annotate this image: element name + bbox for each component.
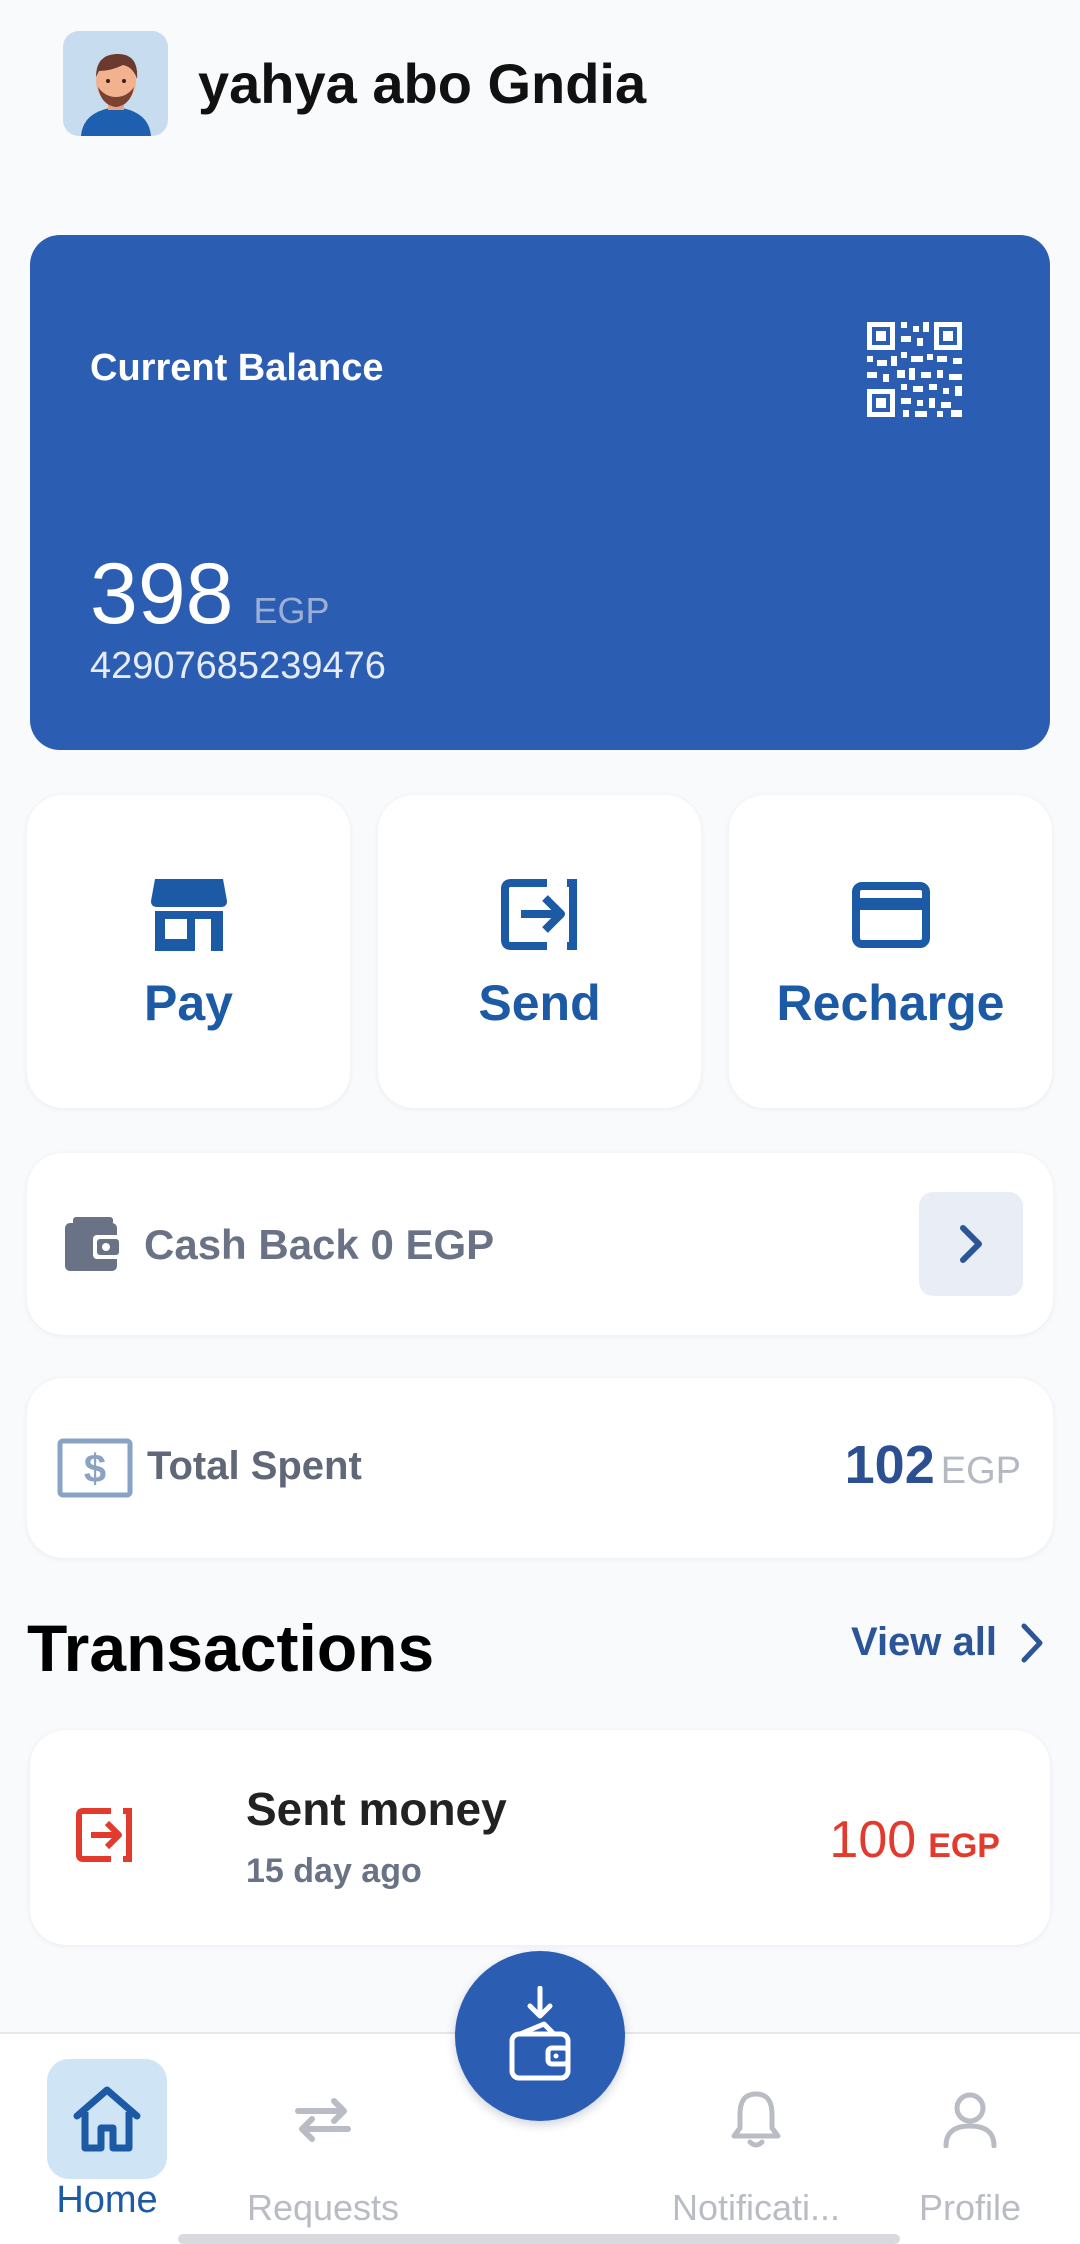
chevron-right-icon — [960, 1225, 982, 1263]
recharge-label: Recharge — [776, 975, 1005, 1031]
cashback-label: Cash Back 0 EGP — [144, 1221, 495, 1268]
chevron-right-icon — [1021, 1623, 1043, 1662]
nav-item-home[interactable]: Home — [17, 2059, 197, 2222]
transaction-currency: EGP — [928, 1827, 1000, 1865]
view-all-link[interactable]: View all — [851, 1620, 1045, 1665]
header: yahya abo Gndia — [63, 31, 646, 136]
nav-item-notifications[interactable]: Notificati... — [666, 2059, 846, 2229]
store-icon — [150, 877, 227, 952]
transaction-title: Sent money — [246, 1783, 507, 1835]
total-spent-card: $ Total Spent 102 EGP — [27, 1378, 1053, 1558]
send-arrow-icon — [500, 877, 579, 952]
balance-currency: EGP — [253, 590, 330, 631]
qr-code-icon[interactable] — [867, 322, 962, 422]
wallet-download-fab[interactable] — [455, 1951, 625, 2121]
swap-arrows-icon — [263, 2059, 383, 2179]
wallet-download-icon — [509, 1986, 571, 2081]
avatar[interactable] — [63, 31, 168, 136]
transaction-time: 15 day ago — [246, 1852, 422, 1890]
total-spent-value: 102 — [844, 1435, 935, 1495]
credit-card-icon — [851, 877, 930, 952]
nav-label-notifications: Notificati... — [671, 2187, 841, 2228]
user-avatar-illustration — [80, 53, 151, 136]
nav-item-profile[interactable]: Profile — [880, 2059, 1060, 2229]
send-arrow-icon — [75, 1807, 133, 1868]
total-spent-currency: EGP — [940, 1450, 1021, 1492]
bell-icon — [696, 2059, 816, 2179]
balance-amount: 398 — [90, 546, 234, 642]
send-label: Send — [478, 975, 601, 1031]
person-icon — [910, 2059, 1030, 2179]
transaction-amount-row: 100 EGP — [829, 1810, 1000, 1870]
wallet-icon — [65, 1217, 123, 1276]
nav-label-profile: Profile — [918, 2187, 1022, 2228]
send-button[interactable]: Send — [378, 795, 701, 1108]
transactions-title: Transactions — [27, 1611, 435, 1685]
dollar-icon: $ — [57, 1438, 133, 1503]
user-name: yahya abo Gndia — [198, 52, 647, 115]
nav-item-requests[interactable]: Requests — [233, 2059, 413, 2229]
total-spent-value-row: 102 EGP — [845, 1434, 1021, 1496]
pay-label: Pay — [144, 975, 233, 1031]
balance-row: 398 EGP — [90, 545, 330, 644]
cashback-arrow-button[interactable] — [919, 1192, 1023, 1296]
balance-card: Current Balance 398 EGP 42907685239476 — [30, 235, 1050, 750]
cashback-card[interactable]: Cash Back 0 EGP — [27, 1153, 1053, 1335]
view-all-label: View all — [850, 1620, 997, 1664]
svg-text:$: $ — [84, 1447, 106, 1491]
nav-label-home: Home — [56, 2179, 158, 2221]
transaction-amount: 100 — [829, 1811, 917, 1869]
total-spent-label: Total Spent — [147, 1444, 362, 1488]
transaction-item[interactable]: Sent money 15 day ago 100 EGP — [30, 1730, 1050, 1945]
home-indicator — [178, 2234, 900, 2244]
nav-label-requests: Requests — [246, 2187, 400, 2228]
account-number: 42907685239476 — [90, 645, 386, 687]
pay-button[interactable]: Pay — [27, 795, 350, 1108]
recharge-button[interactable]: Recharge — [729, 795, 1052, 1108]
home-icon — [47, 2059, 167, 2179]
balance-title: Current Balance — [90, 347, 384, 389]
